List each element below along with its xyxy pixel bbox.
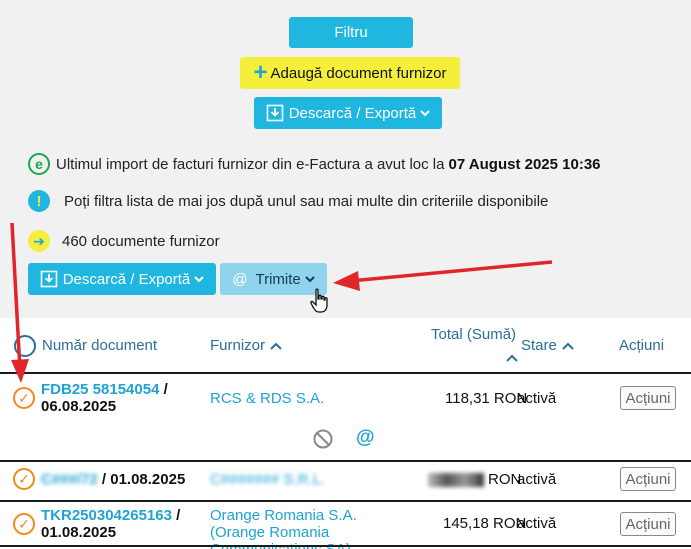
annotation-arrow-horizontal [349,260,553,283]
annotation-arrowhead-horizontal [333,271,360,291]
annotation-arrows [10,222,553,383]
annotation-arrow-vertical [10,222,22,371]
annotation-arrowhead-vertical [11,359,29,383]
